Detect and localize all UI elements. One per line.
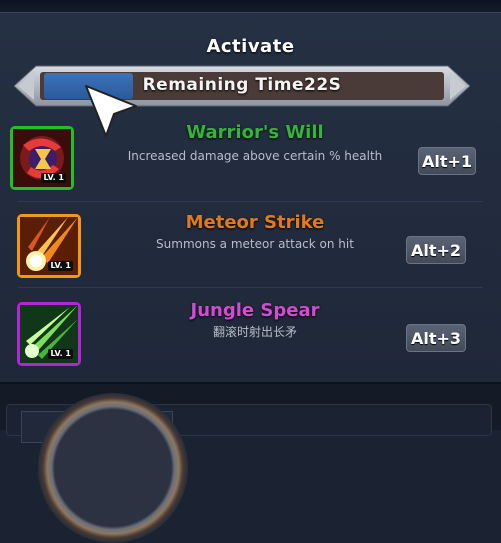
row-divider: [18, 287, 483, 288]
skill-name: Meteor Strike: [185, 212, 325, 233]
skill-row-meteor-strike[interactable]: LV. 1 Meteor Strike Summons a meteor att…: [0, 204, 501, 288]
skill-description: 翻滚时射出长矛: [212, 325, 297, 339]
skill-level-badge: LV. 1: [41, 173, 66, 183]
row-divider: [18, 201, 483, 202]
timer-text: Remaining Time22S: [14, 75, 470, 95]
skill-row-warriors-will[interactable]: LV. 1 Warrior's Will Increased damage ab…: [0, 118, 501, 202]
hotkey-alt1-button[interactable]: Alt+1: [418, 147, 476, 175]
panel-title: Activate: [206, 36, 295, 57]
warrior-will-icon[interactable]: LV. 1: [10, 126, 74, 190]
timer-label: Remaining Time: [142, 75, 304, 95]
jungle-spear-icon[interactable]: LV. 1: [17, 302, 81, 366]
skill-row-jungle-spear[interactable]: LV. 1 Jungle Spear 翻滚时射出长矛 Alt+3: [0, 292, 501, 376]
avatar-ring: [38, 393, 188, 543]
skill-name: Warrior's Will: [186, 122, 324, 143]
hotkey-alt2-button[interactable]: Alt+2: [406, 236, 466, 264]
hotkey-alt3-button[interactable]: Alt+3: [406, 324, 466, 352]
remaining-time-bar: Remaining Time22S: [14, 64, 470, 108]
skill-description: Increased damage above certain % health: [127, 149, 383, 163]
skill-name: Jungle Spear: [190, 300, 320, 321]
timer-value: 22S: [304, 75, 342, 95]
top-strip: [0, 0, 501, 12]
skill-level-badge: LV. 1: [48, 349, 73, 359]
skill-level-badge: LV. 1: [48, 261, 73, 271]
skill-description: Summons a meteor attack on hit: [156, 237, 354, 251]
meteor-strike-icon[interactable]: LV. 1: [17, 214, 81, 278]
